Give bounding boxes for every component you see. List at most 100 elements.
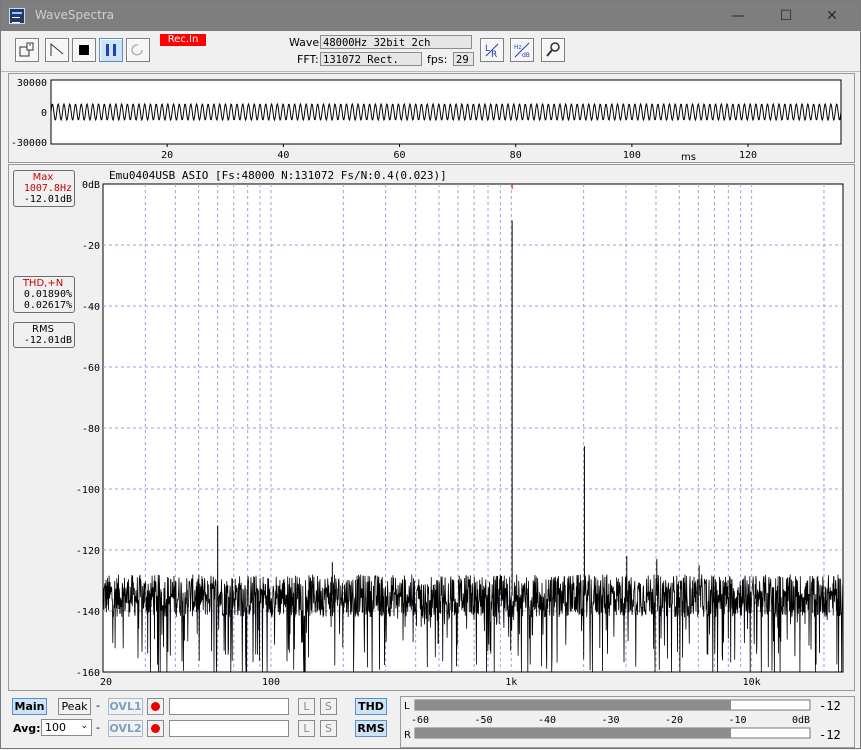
spectrum-y-tick: -100: [76, 485, 100, 496]
ovl2-load-button[interactable]: L: [298, 720, 315, 737]
fps-label: fps:: [427, 53, 448, 66]
ovl2-name-field[interactable]: [169, 720, 289, 737]
spectrum-y-tick: -140: [76, 607, 100, 618]
meter-scale-tick: -50: [474, 715, 492, 726]
waveform-y-tick: -30000: [11, 138, 47, 149]
open-file-icon: [19, 42, 34, 57]
main-button[interactable]: Main: [12, 698, 47, 715]
app-icon[interactable]: [9, 8, 25, 24]
meter-scale-tick: -60: [411, 715, 429, 726]
app-window: WaveSpectra — ☐ ✕ Wave: 48000Hz 32bit 2c…: [0, 0, 861, 749]
dash-separator-1: -: [96, 699, 100, 712]
ovl1-load-button[interactable]: L: [298, 698, 315, 715]
max-readout: Max 1007.8Hz -12.01dB: [13, 170, 75, 207]
wave-label: Wave:: [289, 36, 323, 49]
close-button[interactable]: ✕: [809, 1, 855, 31]
ovl1-name-field[interactable]: [169, 698, 289, 715]
waveform-x-tick: 80: [510, 150, 522, 161]
spectrum-panel: Emu0404USB ASIO [Fs:48000 N:131072 Fs/N:…: [8, 164, 855, 691]
meter-l-bar: [415, 700, 731, 710]
fps-field: 29: [453, 52, 474, 66]
spectrum-y-tick: -80: [82, 424, 100, 435]
peak-button[interactable]: Peak: [58, 698, 91, 715]
waveform-chart: 30000 0 -30000 20 40 60 80 100 120 ms: [11, 78, 842, 163]
hz-db-scale-icon: HzdB: [514, 42, 530, 58]
ovl1-record-button[interactable]: [147, 698, 164, 715]
waveform-x-tick: 40: [277, 150, 289, 161]
meter-scale-tick: -20: [665, 715, 683, 726]
thd-readout: THD,+N 0.01890% 0.02617%: [13, 276, 75, 313]
minimize-button[interactable]: —: [715, 1, 761, 31]
level-meter-graphic: L R-60 -50 -40 -30 -20 -10 0dB -12 -12: [404, 699, 841, 742]
meter-r-label: R: [404, 730, 411, 741]
minimize-icon: —: [731, 8, 745, 24]
close-icon: ✕: [826, 8, 838, 24]
spectrum-y-tick: 0dB: [82, 180, 100, 191]
pause-button[interactable]: [99, 38, 123, 62]
meter-r-bar: [415, 728, 731, 738]
thdn-value: 0.02617%: [23, 300, 72, 311]
meter-scale-tick: 0dB: [792, 715, 810, 726]
wave-generator-button[interactable]: [45, 38, 69, 62]
window-title: WaveSpectra: [35, 8, 115, 22]
spectrum-y-tick: -20: [82, 241, 100, 252]
wave-format-field: 48000Hz 32bit 2ch: [320, 35, 472, 49]
fft-format-field: 131072 Rect.: [320, 52, 422, 66]
meter-r-value: -12: [819, 728, 841, 742]
rms-button[interactable]: RMS: [355, 720, 387, 737]
waveform-x-tick: 100: [623, 150, 641, 161]
ovl2-record-button[interactable]: [147, 720, 164, 737]
max-frequency: 1007.8Hz: [23, 183, 72, 194]
ovl1-save-button[interactable]: S: [320, 698, 337, 715]
avg-value: 100: [45, 721, 66, 734]
lr-channel-icon: LR: [485, 43, 499, 58]
level-meter: L R -60 -50 -40 -30 -20 -10 0dB -12 -12: [400, 696, 855, 748]
ovl1-button[interactable]: OVL1: [108, 698, 143, 715]
spectrum-y-tick: -60: [82, 363, 100, 374]
thd-label: THD,+N: [22, 278, 64, 289]
spectrum-y-tick: -40: [82, 302, 100, 313]
settings-button[interactable]: [541, 38, 565, 62]
thd-value: 0.01890%: [23, 289, 72, 300]
waveform-y-tick: 0: [41, 108, 47, 119]
max-label: Max: [32, 172, 54, 183]
pause-icon: [106, 44, 116, 56]
dash-separator-2: -: [96, 721, 100, 734]
spectrum-x-tick: 1k: [505, 677, 517, 688]
svg-text:R: R: [491, 50, 497, 58]
waveform-x-tick: 60: [394, 150, 406, 161]
open-file-button[interactable]: [15, 38, 39, 62]
maximize-icon: ☐: [779, 8, 793, 24]
rms-label: RMS: [32, 324, 54, 335]
title-bar[interactable]: WaveSpectra — ☐ ✕: [1, 1, 860, 31]
maximize-button[interactable]: ☐: [763, 1, 809, 31]
svg-text:Hz: Hz: [514, 44, 522, 51]
repeat-button[interactable]: [126, 38, 150, 62]
spectrum-x-tick: 10k: [743, 677, 761, 688]
spectrum-x-tick: 100: [262, 677, 280, 688]
ovl2-save-button[interactable]: S: [320, 720, 337, 737]
meter-l-value: -12: [819, 699, 841, 713]
lr-channel-button[interactable]: LR: [480, 38, 504, 62]
waveform-y-tick: 30000: [17, 78, 47, 89]
avg-select[interactable]: 100 ⌄: [41, 719, 92, 736]
hz-db-scale-button[interactable]: Hz dB: [510, 38, 534, 62]
wave-generator-icon: [50, 42, 64, 56]
repeat-icon: [131, 44, 143, 56]
svg-text:dB: dB: [522, 52, 530, 58]
spectrum-y-tick: -120: [76, 546, 100, 557]
stop-button[interactable]: [72, 38, 96, 62]
meter-l-label: L: [404, 701, 410, 712]
avg-label: Avg:: [13, 722, 41, 735]
max-level: -12.01dB: [23, 194, 72, 205]
thd-button[interactable]: THD: [355, 698, 387, 715]
settings-wrench-icon: [546, 42, 560, 57]
waveform-panel: 30000 0 -30000 20 40 60 80 100 120 ms: [8, 73, 855, 163]
waveform-x-tick: 120: [739, 150, 757, 161]
fft-label: FFT:: [297, 53, 319, 66]
rms-value: -12.01dB: [23, 335, 72, 346]
toolbar: Wave: 48000Hz 32bit 2ch FFT: 131072 Rect…: [1, 31, 860, 98]
ovl2-button[interactable]: OVL2: [108, 720, 143, 737]
rec-in-badge[interactable]: Rec.In: [160, 34, 206, 46]
spectrum-y-tick: -160: [76, 668, 100, 679]
